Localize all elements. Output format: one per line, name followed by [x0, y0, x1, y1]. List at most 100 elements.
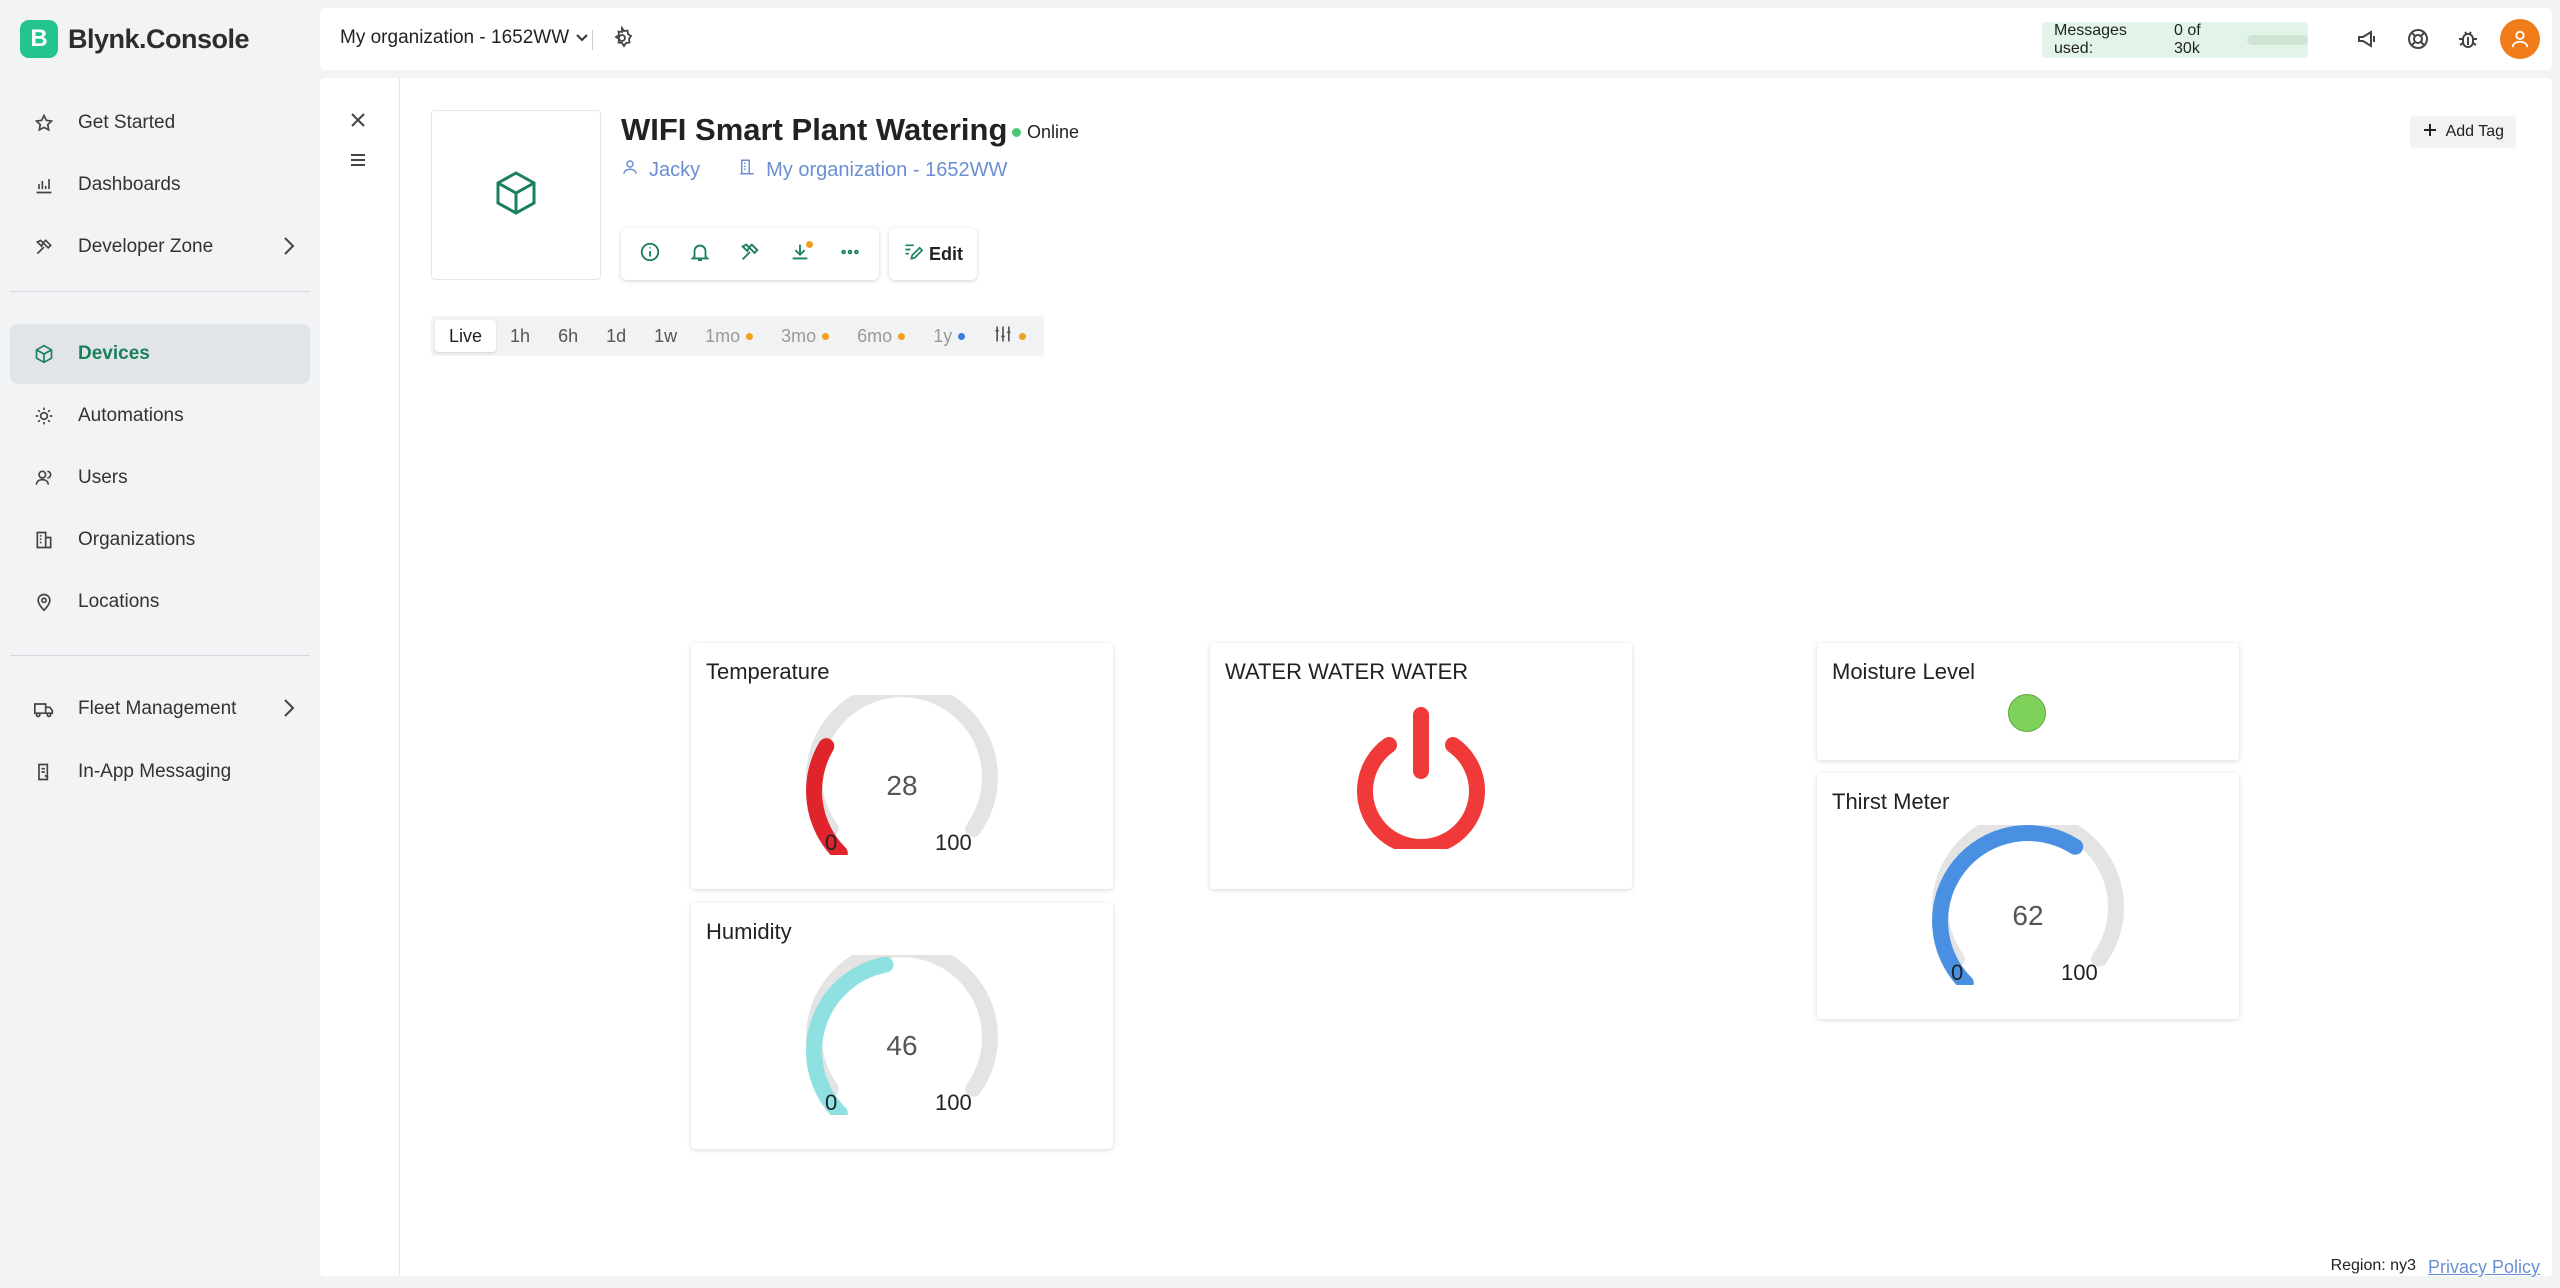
device-owner-link[interactable]: Jacky [649, 159, 700, 182]
time-range-3mo[interactable]: 3mo [767, 320, 843, 352]
sidebar-item-label: Organizations [78, 529, 196, 550]
megaphone-icon[interactable] [2356, 27, 2380, 56]
more-icon [839, 241, 861, 268]
time-range-1mo[interactable]: 1mo [691, 320, 767, 352]
sidebar-item-in-app-messaging[interactable]: In-App Messaging [10, 742, 310, 802]
sidebar-item-label: Dashboards [78, 174, 181, 195]
divider [10, 291, 310, 292]
help-icon[interactable] [2406, 27, 2430, 56]
more-button[interactable] [829, 233, 871, 275]
widget-title: Temperature [706, 659, 830, 684]
cube-icon [30, 344, 58, 364]
sidebar-item-dashboards[interactable]: Dashboards [10, 155, 310, 215]
time-range-label: 6h [558, 325, 579, 346]
edit-button[interactable]: Edit [889, 228, 977, 280]
messages-progress-bar [2246, 35, 2308, 45]
sidebar-item-locations[interactable]: Locations [10, 572, 310, 632]
truck-icon [30, 699, 58, 719]
time-range-6h[interactable]: 6h [544, 320, 592, 352]
moisture-led [2008, 694, 2046, 732]
info-icon [639, 241, 661, 268]
plus-icon [2422, 122, 2438, 143]
logo[interactable]: B Blynk.Console [20, 20, 250, 58]
messages-usage[interactable]: Messages used: 0 of 30k [2042, 22, 2308, 58]
building-icon [30, 530, 58, 550]
sidebar-item-organizations[interactable]: Organizations [10, 510, 310, 570]
close-icon[interactable] [348, 110, 368, 135]
time-range-1h[interactable]: 1h [496, 320, 544, 352]
top-bar: My organization - 1652WW Messages used: … [320, 8, 2552, 70]
device-image [431, 110, 601, 280]
widget-title: WATER WATER WATER [1225, 659, 1469, 684]
time-range-label: 1mo [705, 325, 741, 346]
premium-dot [746, 332, 754, 340]
sidebar-item-fleet-management[interactable]: Fleet Management [10, 679, 310, 739]
gauge-min: 0 [1951, 960, 1964, 985]
sidebar-item-get-started[interactable]: Get Started [10, 93, 310, 153]
chevron-right-icon [282, 697, 296, 725]
sidebar-item-automations[interactable]: Automations [10, 386, 310, 446]
sidebar-item-label: Locations [78, 591, 160, 612]
gauge-min: 0 [825, 830, 838, 855]
device-meta: Jacky My organization - 1652WW [621, 158, 1007, 182]
add-tag-button[interactable]: Add Tag [2409, 116, 2516, 148]
device-actions: Edit [621, 228, 977, 280]
gauge-min: 0 [825, 1090, 838, 1115]
time-range-1y[interactable]: 1y [919, 320, 979, 352]
chevron-down-icon [575, 27, 589, 49]
notifications-button[interactable] [679, 233, 721, 275]
sidebar-item-users[interactable]: Users [10, 448, 310, 508]
cube-icon [492, 169, 540, 222]
power-button[interactable] [1353, 705, 1489, 855]
device-org-link[interactable]: My organization - 1652WW [766, 159, 1007, 182]
menu-icon[interactable] [348, 150, 368, 175]
time-range-1d[interactable]: 1d [592, 320, 640, 352]
developer-tools-button[interactable] [729, 233, 771, 275]
bug-icon[interactable] [2456, 27, 2480, 56]
time-range-label: Live [449, 325, 483, 346]
download-button[interactable] [779, 233, 821, 275]
side-rail [320, 78, 400, 1276]
add-tag-label: Add Tag [2445, 123, 2504, 140]
widget-title: Moisture Level [1832, 659, 1976, 684]
privacy-policy-link[interactable]: Privacy Policy [2428, 1257, 2540, 1278]
time-range-label: 1d [606, 325, 627, 346]
custom-range-button[interactable] [979, 320, 1040, 352]
avatar[interactable] [2500, 19, 2540, 59]
moisture-widget: Moisture Level [1817, 643, 2239, 760]
chevron-right-icon [282, 235, 296, 263]
thirst-gauge: 62 0 100 [1928, 811, 2128, 992]
info-button[interactable] [629, 233, 671, 275]
main-panel: WIFI Smart Plant Watering Online Jacky M… [320, 78, 2552, 1276]
org-name: My organization - 1652WW [340, 27, 570, 48]
sidebar-item-label: Devices [78, 343, 150, 364]
divider [592, 30, 593, 50]
logo-icon: B [20, 20, 58, 58]
divider [10, 655, 310, 656]
device-title: WIFI Smart Plant Watering [621, 112, 1008, 147]
time-range-6mo[interactable]: 6mo [843, 320, 919, 352]
gear-icon[interactable] [610, 25, 634, 55]
sidebar-item-developer-zone[interactable]: Developer Zone [10, 217, 310, 277]
bar-chart-icon [30, 175, 58, 195]
sidebar-item-devices[interactable]: Devices [10, 324, 310, 384]
time-range-1w[interactable]: 1w [640, 320, 691, 352]
gauge-value: 62 [2012, 900, 2044, 931]
edit-label: Edit [929, 243, 963, 264]
gauge-max: 100 [935, 1090, 972, 1115]
time-range-label: 3mo [781, 325, 817, 346]
messages-count: 0 of 30k [2174, 22, 2201, 57]
region-text: Region: ny3 [2330, 1257, 2416, 1274]
time-range-label: 1w [654, 325, 678, 346]
tools-icon [30, 237, 58, 257]
gauge-value: 46 [886, 1030, 918, 1061]
time-range-selector: Live 1h 6h 1d 1w 1mo 3mo 6mo 1y [431, 316, 1045, 356]
status-badge: Online [1012, 122, 1079, 143]
widget-title: Humidity [706, 919, 792, 944]
edit-icon [903, 242, 924, 267]
footer: Region: ny3 Privacy Policy [2331, 1257, 2540, 1278]
pin-icon [30, 592, 58, 612]
org-selector[interactable]: My organization - 1652WW [340, 27, 589, 49]
sidebar-item-label: Automations [78, 405, 184, 426]
time-range-live[interactable]: Live [435, 320, 497, 352]
